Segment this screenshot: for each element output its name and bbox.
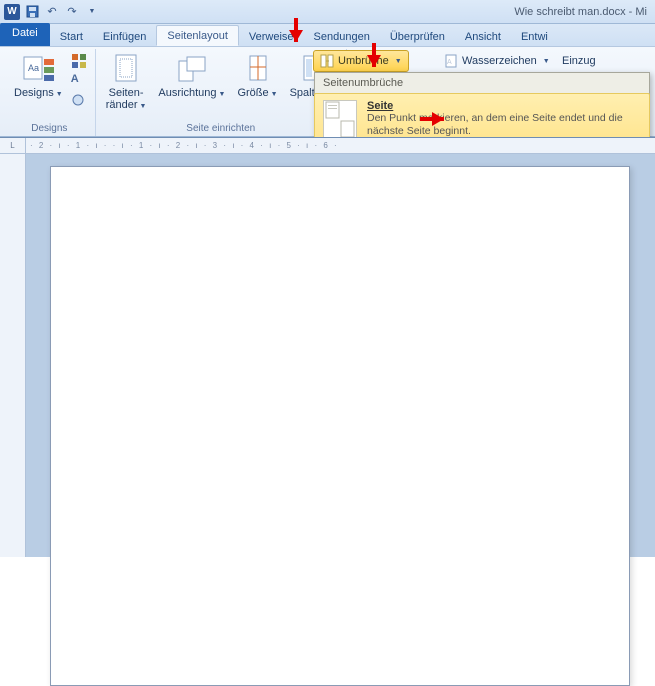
indent-button[interactable]: Einzug: [556, 50, 602, 72]
undo-icon[interactable]: ↶: [44, 4, 60, 20]
chevron-down-icon: ▼: [271, 91, 278, 98]
designs-icon: Aa: [22, 53, 54, 85]
title-bar: W ↶ ↷ ▼ Wie schreibt man.docx - Mi: [0, 0, 655, 24]
size-button[interactable]: Größe▼: [233, 51, 281, 103]
theme-fonts-icon[interactable]: A: [71, 73, 89, 91]
document-area: L · 2 · ı · 1 · ı · · ı · 1 · ı · 2 · ı …: [0, 137, 655, 557]
breaks-icon: [320, 54, 334, 68]
breaks-label: Umbrüche: [338, 55, 389, 67]
svg-text:Aa: Aa: [28, 63, 39, 73]
vertical-ruler[interactable]: [0, 154, 26, 557]
margins-label: Seiten- ränder: [106, 87, 144, 111]
item-title: Seite: [367, 100, 641, 112]
watermark-label: Wasserzeichen: [462, 55, 537, 67]
word-app-icon: W: [4, 4, 20, 20]
designs-button[interactable]: Aa Designs▼: [10, 51, 67, 103]
tab-entwickler[interactable]: Entwi: [511, 27, 558, 46]
ribbon-tabs: Datei Start Einfügen Seitenlayout Verwei…: [0, 24, 655, 47]
tab-ansicht[interactable]: Ansicht: [455, 27, 511, 46]
margins-button[interactable]: Seiten- ränder▼: [102, 51, 151, 115]
breaks-button[interactable]: Umbrüche ▼: [313, 50, 409, 72]
tab-file[interactable]: Datei: [0, 23, 50, 46]
annotation-arrow-breaks: [367, 55, 381, 67]
ribbon: Aa Designs▼ A Designs Seiten- ränder▼ Au…: [0, 47, 655, 137]
orientation-label: Ausrichtung: [158, 87, 216, 99]
svg-text:A: A: [447, 59, 452, 66]
tab-start[interactable]: Start: [50, 27, 93, 46]
chevron-down-icon: ▼: [56, 91, 63, 98]
ruler-ticks: · 2 · ı · 1 · ı · · ı · 1 · ı · 2 · ı · …: [30, 141, 339, 150]
indent-label: Einzug: [562, 55, 596, 67]
size-icon: [242, 53, 274, 85]
watermark-icon: A: [444, 54, 458, 68]
tab-einfuegen[interactable]: Einfügen: [93, 27, 156, 46]
group-label-page-setup: Seite einrichten: [186, 123, 255, 136]
chevron-down-icon: ▼: [139, 103, 146, 110]
dropdown-section-page-breaks: Seitenumbrüche: [315, 73, 649, 94]
item-desc: Den Punkt markieren, an dem eine Seite e…: [367, 112, 641, 138]
margins-icon: [110, 53, 142, 85]
tab-seitenlayout[interactable]: Seitenlayout: [156, 25, 239, 46]
quick-access-toolbar: ↶ ↷ ▼: [24, 4, 100, 20]
page-break-icon: [323, 100, 357, 140]
tab-sendungen[interactable]: Sendungen: [304, 27, 380, 46]
watermark-button[interactable]: A Wasserzeichen ▼: [438, 50, 556, 72]
redo-icon[interactable]: ↷: [64, 4, 80, 20]
qat-dropdown-icon[interactable]: ▼: [84, 4, 100, 20]
group-label-designs: Designs: [31, 123, 67, 136]
annotation-arrow-seite: [432, 112, 444, 126]
ruler-corner[interactable]: L: [0, 138, 26, 154]
orientation-icon: [176, 53, 208, 85]
document-title: Wie schreibt man.docx - Mi: [100, 6, 651, 18]
orientation-button[interactable]: Ausrichtung▼: [154, 51, 229, 103]
chevron-down-icon: ▼: [543, 58, 550, 65]
horizontal-ruler[interactable]: · 2 · ı · 1 · ı · · ı · 1 · ı · 2 · ı · …: [26, 138, 655, 154]
save-icon[interactable]: [24, 4, 40, 20]
annotation-arrow-tab: [289, 30, 303, 42]
chevron-down-icon: ▼: [219, 91, 226, 98]
designs-label: Designs: [14, 87, 54, 99]
tab-ueberpruefen[interactable]: Überprüfen: [380, 27, 455, 46]
group-designs: Aa Designs▼ A Designs: [4, 49, 96, 136]
theme-colors-icon[interactable]: [71, 53, 89, 71]
group-page-setup: Seiten- ränder▼ Ausrichtung▼ Größe▼ Spal…: [96, 49, 347, 136]
size-label: Größe: [237, 87, 268, 99]
document-page[interactable]: [50, 166, 630, 686]
theme-effects-icon[interactable]: [71, 93, 89, 111]
chevron-down-icon: ▼: [395, 58, 402, 65]
